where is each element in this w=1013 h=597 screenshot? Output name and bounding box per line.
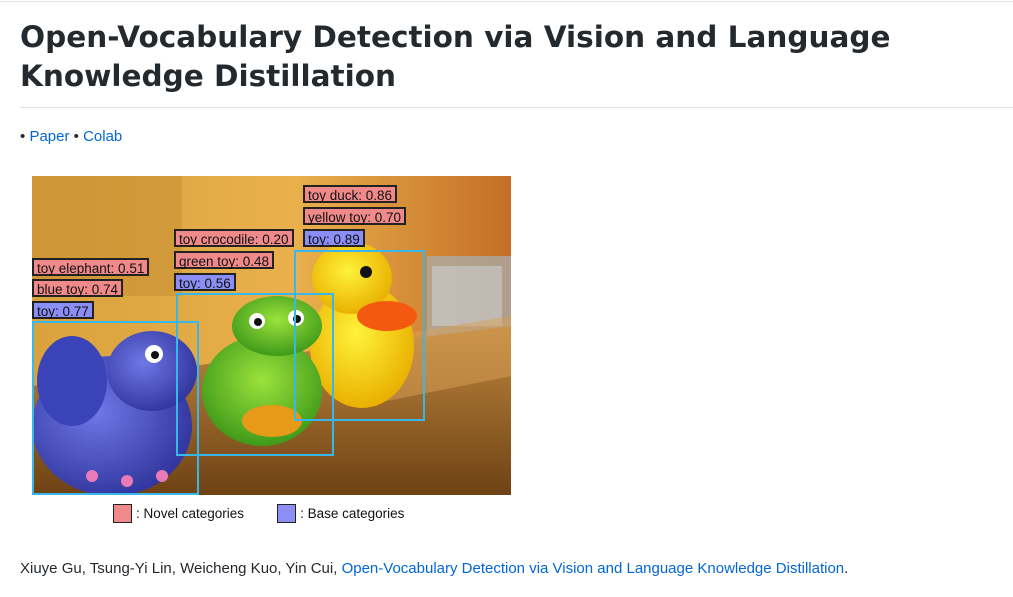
label-toy-duck: toy duck: 0.86 [303, 185, 398, 203]
legend-novel-label: : Novel categories [136, 505, 245, 521]
bbox-crocodile [176, 293, 334, 456]
base-swatch [277, 503, 297, 523]
figure-legend: : Novel categories : Base categories [113, 502, 404, 524]
citation-suffix: . [844, 560, 849, 577]
novel-swatch [113, 503, 132, 523]
bullet: • [73, 128, 79, 145]
bullet: • [20, 128, 26, 145]
label-yellow-toy: yellow toy: 0.70 [303, 207, 407, 225]
citation-paper-link[interactable]: Open-Vocabulary Detection via Vision and… [342, 560, 845, 577]
title-divider [20, 107, 1013, 108]
label-toy-crocodile-base: toy: 0.56 [174, 273, 236, 291]
label-toy-elephant: toy elephant: 0.51 [32, 258, 150, 276]
legend-base: : Base categories [277, 503, 405, 523]
label-blue-toy: blue toy: 0.74 [32, 279, 124, 297]
colab-link[interactable]: Colab [83, 128, 122, 145]
label-toy-crocodile: toy crocodile: 0.20 [174, 229, 294, 247]
bbox-elephant [32, 321, 199, 495]
citation-authors: Xiuye Gu, Tsung-Yi Lin, Weicheng Kuo, Yi… [20, 560, 342, 577]
legend-base-label: : Base categories [300, 505, 405, 521]
page-title: Open-Vocabulary Detection via Vision and… [20, 20, 891, 93]
citation: Xiuye Gu, Tsung-Yi Lin, Weicheng Kuo, Yi… [20, 559, 848, 579]
label-toy-elephant-base: toy: 0.77 [32, 301, 94, 319]
paper-link[interactable]: Paper [29, 128, 69, 145]
legend-novel: : Novel categories [113, 503, 245, 523]
links-row: • Paper • Colab [20, 127, 122, 147]
detection-figure: toy duck: 0.86 yellow toy: 0.70 toy: 0.8… [32, 176, 511, 495]
label-green-toy: green toy: 0.48 [174, 251, 275, 269]
label-toy-duck-base: toy: 0.89 [303, 229, 365, 247]
top-divider [0, 1, 1013, 2]
